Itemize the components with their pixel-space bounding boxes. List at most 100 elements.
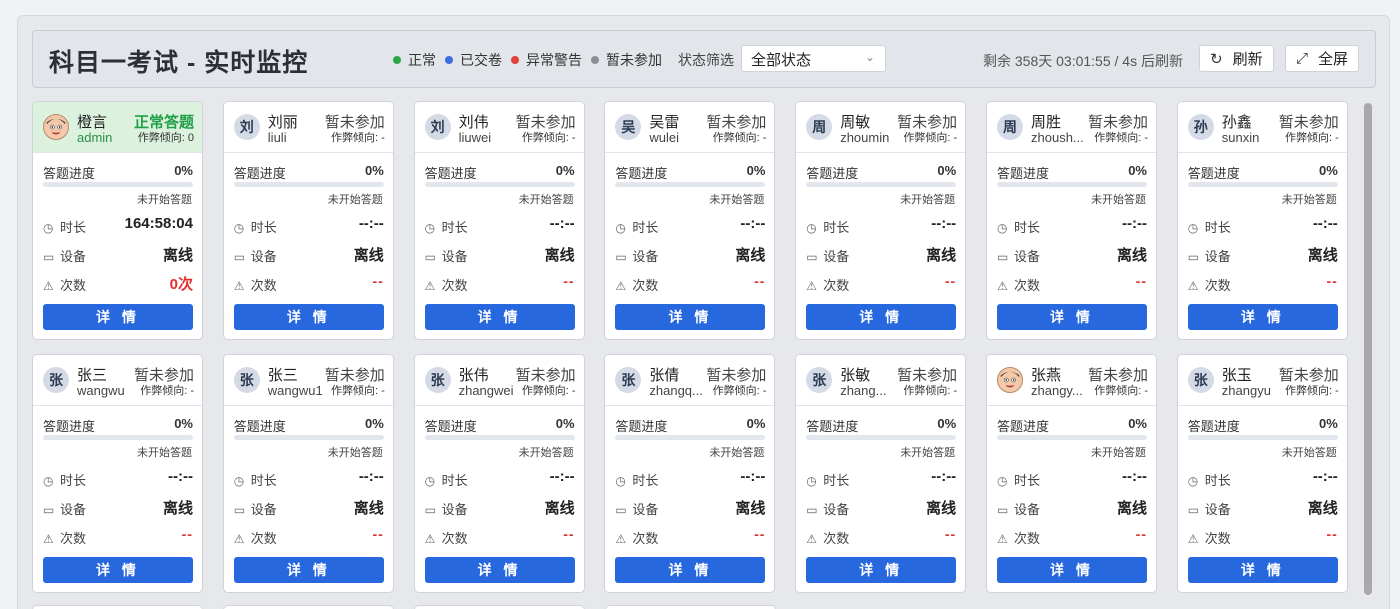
detail-button[interactable]: 详 情 [615,557,766,583]
student-card: 张 张敏 zhang... 暂未参加 作弊倾向: - 答题进度 0% 未开始答题… [795,354,967,593]
count-value: -- [754,526,766,542]
student-name: 张三 [267,367,298,384]
clock-icon: ◷ [615,221,626,235]
card-header: 吴 吴雷 wulei 暂未参加 作弊倾向: - [605,102,775,153]
card-peek [223,605,394,609]
avatar: 周 [997,114,1023,140]
detail-button[interactable]: 详 情 [43,557,193,583]
count-label: 次数 [1014,531,1041,546]
detail-button[interactable]: 详 情 [233,304,384,330]
detail-button[interactable]: 详 情 [424,557,575,583]
cheat-tendency: 作弊倾向: - [521,385,576,397]
progress-bar [806,435,957,440]
cheat-tendency: 作弊倾向: - [903,132,958,144]
student-username: liuli [267,130,287,145]
student-username: wulei [649,130,680,145]
duration-value: 164:58:04 [124,215,193,232]
device-row: ▭ 设备 离线 [1188,246,1338,265]
device-label: 设备 [823,502,850,517]
card-header: 周 周胜 zhoush... 暂未参加 作弊倾向: - [987,102,1156,153]
duration-row: ◷ 时长 --:-- [806,215,956,236]
avatar: 张 [233,367,260,393]
duration-label: 时长 [441,473,468,488]
monitor-icon: ▭ [233,503,246,517]
cheat-tendency: 作弊倾向: - [521,132,576,144]
device-value: 离线 [735,247,766,264]
device-row: ▭ 设备 离线 [615,499,765,518]
progress-row: 答题进度 0% [234,163,384,182]
card-header: 刘 刘丽 liuli 暂未参加 作弊倾向: - [223,102,393,153]
alarm-icon: ⚠ [997,532,1008,546]
duration-row: ◷ 时长 --:-- [233,215,384,236]
count-label: 次数 [1204,278,1231,293]
progress-note: 未开始答题 [518,194,574,206]
student-name: 周敏 [840,114,871,131]
detail-button[interactable]: 详 情 [806,304,957,330]
card-header: 橙言 admin 正常答题 作弊倾向: 0 [33,102,202,153]
progress-note: 未开始答题 [1281,447,1337,459]
student-username: zhangwei [458,383,514,398]
scrollbar-thumb[interactable] [1364,103,1372,595]
detail-button[interactable]: 详 情 [997,304,1147,330]
device-label: 设备 [1204,249,1231,264]
device-label: 设备 [250,502,277,517]
device-label: 设备 [60,502,87,517]
card-header: 周 周敏 zhoumin 暂未参加 作弊倾向: - [796,102,966,153]
clock-icon: ◷ [233,221,245,235]
monitor-icon: ▭ [424,503,436,517]
detail-button[interactable]: 详 情 [43,304,193,330]
cheat-tendency: 作弊倾向: - [1285,132,1339,144]
student-username: zhangyu [1221,383,1271,398]
progress-label: 答题进度 [806,419,859,434]
student-username: zhoumin [840,130,890,145]
alarm-icon: ⚠ [43,532,54,546]
count-value: -- [1326,273,1338,289]
detail-button[interactable]: 详 情 [424,304,575,330]
student-username: zhangy... [1031,383,1083,398]
duration-row: ◷ 时长 --:-- [997,468,1147,489]
detail-button[interactable]: 详 情 [806,557,957,583]
card-header: 张 张三 wangwu 暂未参加 作弊倾向: - [33,355,202,406]
alarm-icon: ⚠ [615,532,627,546]
count-label: 次数 [250,531,277,546]
count-row: ⚠ 次数 -- [806,526,956,547]
count-label: 次数 [60,531,87,546]
count-row: ⚠ 次数 -- [615,273,765,294]
detail-button[interactable]: 详 情 [1187,557,1338,583]
filter-label: 状态筛选 [678,52,734,68]
student-card: 张 张倩 zhangq... 暂未参加 作弊倾向: - 答题进度 0% 未开始答… [604,354,776,593]
student-card: 橙言 admin 正常答题 作弊倾向: 0 答题进度 0% 未开始答题 ◷ 时长 … [32,101,203,340]
chevron-down-icon: ⌄ [864,50,875,64]
detail-button[interactable]: 详 情 [997,557,1147,583]
student-username: zhoush... [1031,130,1084,145]
gray-dot-icon [591,56,599,64]
detail-button[interactable]: 详 情 [1187,304,1338,330]
fullscreen-button[interactable]: ⤢ 全屏 [1285,45,1360,72]
device-row: ▭ 设备 离线 [997,246,1147,265]
card-header: 张 张三 wangwu1 暂未参加 作弊倾向: - [223,355,393,406]
detail-button[interactable]: 详 情 [233,557,384,583]
duration-value: --:-- [168,468,193,485]
clock-icon: ◷ [233,474,245,488]
refresh-button[interactable]: ↻ 刷新 [1199,45,1274,72]
card-peek [414,605,585,609]
alarm-icon: ⚠ [424,279,436,293]
duration-value: --:-- [931,468,957,485]
detail-button[interactable]: 详 情 [615,304,766,330]
progress-label: 答题进度 [233,166,286,181]
page-title: 科目一考试 - 实时监控 [49,49,309,77]
progress-value: 0% [937,163,957,178]
duration-row: ◷ 时长 --:-- [615,215,765,236]
count-label: 次数 [1204,531,1231,546]
status-filter-select[interactable]: 全部状态 ⌄ [741,45,886,72]
progress-label: 答题进度 [43,166,96,181]
progress-value: 0% [937,416,957,431]
duration-label: 时长 [250,220,277,235]
progress-bar [43,182,193,187]
device-row: ▭ 设备 离线 [1188,499,1338,518]
progress-note: 未开始答题 [709,194,765,206]
duration-label: 时长 [1014,220,1041,235]
progress-bar [233,182,384,187]
clock-icon: ◷ [1187,474,1199,488]
progress-bar [615,435,766,440]
